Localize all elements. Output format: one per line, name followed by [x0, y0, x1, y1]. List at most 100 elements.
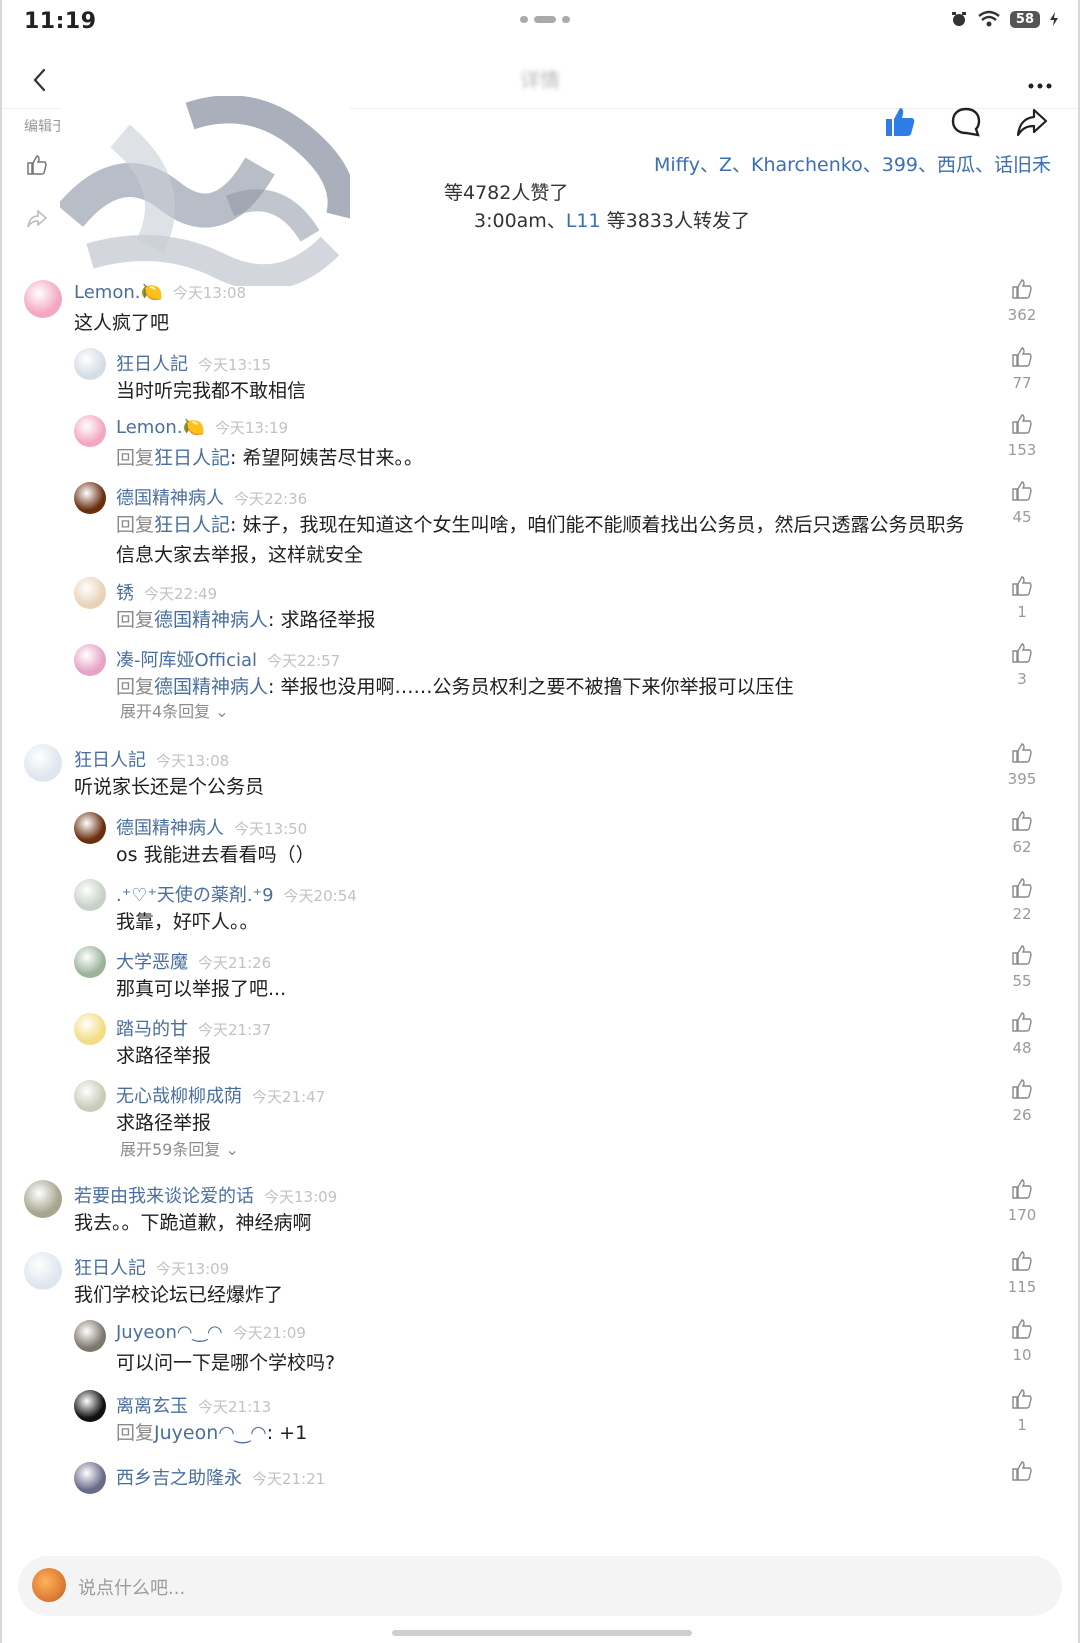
comment-like-button[interactable]: 1 — [1002, 575, 1042, 621]
thumbs-up-icon — [1012, 414, 1032, 434]
avatar[interactable] — [74, 644, 106, 676]
author-name[interactable]: Lemon.🍋 — [74, 282, 163, 303]
liked-by-names[interactable]: Miffy、Z、Kharchenko、399、西瓜、话旧禾 — [654, 150, 1051, 180]
comment-author[interactable]: Lemon.🍋 今天13:08 — [74, 282, 246, 303]
avatar[interactable] — [24, 1252, 62, 1290]
comment-like-button[interactable]: 115 — [1002, 1250, 1042, 1296]
avatar[interactable] — [74, 1462, 106, 1494]
comment-like-button[interactable]: 395 — [1002, 742, 1042, 788]
comment-author[interactable]: 若要由我来谈论爱的话 今天13:09 — [74, 1182, 337, 1208]
author-name[interactable]: 离离玄玉 — [116, 1396, 188, 1417]
comment-body-continued: 信息大家去举报，这样就安全 — [116, 544, 364, 566]
share-user[interactable]: L11 — [566, 210, 601, 232]
comment-like-button[interactable]: 55 — [1002, 944, 1042, 990]
author-name[interactable]: 凑-阿库娅Official — [116, 650, 257, 671]
author-name[interactable]: 德国精神病人 — [116, 488, 224, 509]
comment-author[interactable]: 德国精神病人 今天13:50 — [116, 814, 307, 840]
share-button[interactable] — [1014, 104, 1050, 140]
comment-author[interactable]: 离离玄玉 今天21:13 — [116, 1392, 271, 1418]
comment-like-button[interactable]: 153 — [1002, 413, 1042, 459]
expand-replies-button[interactable]: 展开4条回复 ⌄ — [120, 698, 229, 722]
comment-like-button[interactable]: 48 — [1002, 1011, 1042, 1057]
comment-author[interactable]: .⁺♡⁺天使の薬剤.⁺9 今天20:54 — [116, 881, 357, 907]
page-title: 详情 — [520, 68, 560, 92]
author-name[interactable]: 德国精神病人 — [116, 818, 224, 839]
comment-author[interactable]: 凑-阿库娅Official 今天22:57 — [116, 646, 340, 672]
comment-input-bar[interactable]: 说点什么吧... — [18, 1556, 1062, 1616]
comment-time: 今天22:57 — [267, 652, 341, 670]
avatar[interactable] — [24, 1180, 62, 1218]
comment-author[interactable]: 狂日人記 今天13:15 — [116, 350, 271, 376]
comment-like-button[interactable] — [1002, 1460, 1042, 1482]
post-actions — [882, 104, 1050, 140]
comment-like-button[interactable]: 77 — [1002, 346, 1042, 392]
author-name[interactable]: 狂日人記 — [74, 750, 146, 771]
reply-target[interactable]: 狂日人記 — [154, 514, 230, 536]
comment-like-button[interactable]: 170 — [1002, 1178, 1042, 1224]
comment-like-button[interactable]: 1 — [1002, 1388, 1042, 1434]
comment-text: 我们学校论坛已经爆炸了 — [74, 1280, 964, 1310]
thumbs-up-icon — [1012, 1179, 1032, 1199]
comment-author[interactable]: Lemon.🍋 今天13:19 — [116, 417, 288, 438]
comment-button[interactable] — [948, 104, 984, 140]
more-button[interactable] — [1022, 62, 1058, 98]
comment-author[interactable]: 狂日人記 今天13:09 — [74, 1254, 229, 1280]
author-name[interactable]: 西乡吉之助隆永 — [116, 1468, 242, 1489]
avatar[interactable] — [74, 812, 106, 844]
author-name[interactable]: Juyeon◠‿◠ — [116, 1322, 223, 1343]
comment-body: 求路径举报 — [116, 1045, 212, 1067]
comment-input-placeholder[interactable]: 说点什么吧... — [78, 1574, 185, 1600]
home-indicator[interactable] — [392, 1630, 692, 1636]
comment-author[interactable]: 德国精神病人 今天22:36 — [116, 484, 307, 510]
avatar[interactable] — [74, 1320, 106, 1352]
avatar[interactable] — [74, 879, 106, 911]
author-name[interactable]: 大学恶魔 — [116, 952, 188, 973]
comment-author[interactable]: 大学恶魔 今天21:26 — [116, 948, 271, 974]
comment-like-button[interactable]: 362 — [1002, 278, 1042, 324]
author-name[interactable]: Lemon.🍋 — [116, 417, 205, 438]
comment-body: 求路径举报 — [280, 609, 376, 631]
avatar[interactable] — [74, 482, 106, 514]
comment-author[interactable]: 无心哉柳柳成荫 今天21:47 — [116, 1082, 325, 1108]
author-name[interactable]: 无心哉柳柳成荫 — [116, 1086, 242, 1107]
reply-target[interactable]: 狂日人記 — [154, 447, 230, 469]
avatar[interactable] — [74, 348, 106, 380]
comment-author[interactable]: Juyeon◠‿◠ 今天21:09 — [116, 1322, 306, 1343]
thumbs-up-icon — [1012, 1079, 1032, 1099]
comment-author[interactable]: 锈今天22:49 — [116, 579, 217, 605]
avatar[interactable] — [24, 744, 62, 782]
comment-author[interactable]: 踏马的甘 今天21:37 — [116, 1015, 271, 1041]
avatar[interactable] — [74, 1013, 106, 1045]
comment-like-button[interactable]: 62 — [1002, 810, 1042, 856]
author-name[interactable]: 狂日人記 — [74, 1258, 146, 1279]
thumbs-up-icon — [1012, 878, 1032, 898]
expand-label[interactable]: 展开4条回复 — [120, 702, 210, 721]
comment-body: 听说家长还是个公务员 — [74, 776, 265, 798]
expand-label[interactable]: 展开59条回复 — [120, 1140, 220, 1159]
like-post-button[interactable] — [882, 104, 918, 140]
reply-target[interactable]: 德国精神病人 — [154, 676, 268, 698]
comment-author[interactable]: 狂日人記 今天13:08 — [74, 746, 229, 772]
avatar[interactable] — [74, 1080, 106, 1112]
comment-like-button[interactable]: 26 — [1002, 1078, 1042, 1124]
avatar[interactable] — [74, 415, 106, 447]
author-name[interactable]: 狂日人記 — [116, 354, 188, 375]
reply-target[interactable]: 德国精神病人 — [154, 609, 268, 631]
expand-replies-button[interactable]: 展开59条回复 ⌄ — [120, 1136, 239, 1160]
like-count: 45 — [1012, 508, 1032, 526]
reply-colon: : — [230, 514, 243, 536]
avatar[interactable] — [24, 280, 62, 318]
comment-like-button[interactable]: 45 — [1002, 480, 1042, 526]
author-name[interactable]: 踏马的甘 — [116, 1019, 188, 1040]
author-name[interactable]: 锈 — [116, 583, 134, 604]
avatar[interactable] — [74, 577, 106, 609]
avatar[interactable] — [74, 1390, 106, 1422]
reply-target[interactable]: Juyeon◠‿◠ — [154, 1422, 267, 1444]
comment-like-button[interactable]: 3 — [1002, 642, 1042, 688]
avatar[interactable] — [74, 946, 106, 978]
author-name[interactable]: .⁺♡⁺天使の薬剤.⁺9 — [116, 885, 274, 906]
author-name[interactable]: 若要由我来谈论爱的话 — [74, 1186, 254, 1207]
comment-author[interactable]: 西乡吉之助隆永 今天21:21 — [116, 1464, 325, 1490]
comment-like-button[interactable]: 22 — [1002, 877, 1042, 923]
comment-like-button[interactable]: 10 — [1002, 1318, 1042, 1364]
